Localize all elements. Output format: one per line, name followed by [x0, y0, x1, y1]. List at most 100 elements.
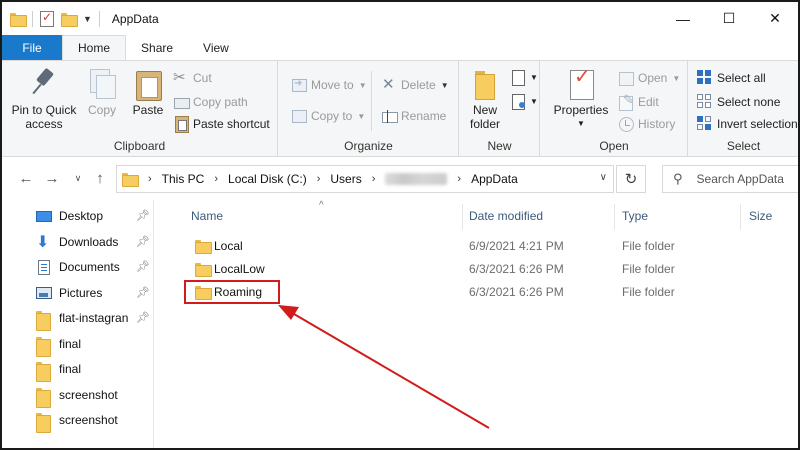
delete-button[interactable]: Delete ▼	[381, 75, 449, 93]
pin-to-quick-access-button[interactable]: Pin to Quick access	[8, 67, 80, 131]
column-separator[interactable]	[740, 204, 741, 230]
sidebar-item-screenshot[interactable]: screenshot	[2, 408, 153, 434]
rename-button[interactable]: Rename	[381, 108, 446, 124]
new-item-button[interactable]: ▼	[510, 69, 538, 86]
sidebar-item-final[interactable]: final	[2, 332, 153, 358]
properties-button[interactable]: Properties ▼	[551, 67, 611, 131]
breadcrumb-chevron-icon[interactable]: ›	[372, 173, 376, 185]
organize-group: Move to ▼ Copy to ▼ Delete ▼ Rename Orga…	[279, 61, 459, 156]
copy-to-button[interactable]: Copy to ▼	[291, 108, 365, 124]
table-row[interactable]: LocalLow 6/3/2021 6:26 PM File folder	[185, 258, 785, 280]
refresh-icon[interactable]: ↻	[616, 165, 646, 193]
move-to-dropdown-icon: ▼	[358, 80, 367, 90]
new-folder-icon	[469, 67, 501, 100]
pin-label-line1: Pin to Quick	[11, 103, 77, 117]
copy-label: Copy	[87, 103, 116, 117]
column-separator[interactable]	[614, 204, 615, 230]
new-folder-quick-icon[interactable]	[61, 12, 78, 27]
breadcrumb-username-redacted[interactable]	[385, 173, 448, 185]
copy-path-button[interactable]: Copy path	[173, 94, 248, 110]
history-button[interactable]: History	[618, 116, 675, 132]
breadcrumb-chevron-icon[interactable]: ›	[214, 173, 218, 185]
sidebar-item-screenshot[interactable]: screenshot	[2, 383, 153, 409]
properties-quick-icon[interactable]	[40, 10, 54, 27]
tab-home[interactable]: Home	[62, 35, 127, 60]
navigation-pane: Desktop 📌︎ Downloads 📌︎ Documents 📌︎ Pic…	[2, 200, 154, 448]
new-folder-label-line2: folder	[469, 117, 501, 131]
organize-separator	[371, 71, 372, 131]
column-header-name[interactable]: Name	[191, 209, 223, 223]
move-to-label: Move to	[311, 78, 354, 92]
sidebar-item-final[interactable]: final	[2, 357, 153, 383]
folder-icon	[36, 387, 51, 408]
open-dropdown-icon: ▼	[672, 73, 681, 83]
paste-button[interactable]: Paste	[128, 67, 168, 117]
easy-access-button[interactable]: ▼	[510, 93, 538, 110]
file-name: LocalLow	[214, 262, 265, 276]
breadcrumb-chevron-icon[interactable]: ›	[317, 173, 321, 185]
minimize-button[interactable]: —	[660, 2, 706, 35]
file-date-modified: 6/3/2021 6:26 PM	[469, 285, 564, 299]
scissors-icon	[173, 68, 189, 86]
address-dropdown-icon[interactable]: ∨	[600, 172, 607, 183]
properties-label: Properties	[553, 103, 609, 117]
copy-button[interactable]: Copy	[84, 67, 120, 117]
address-bar[interactable]: › This PC › Local Disk (C:) › Users › › …	[116, 165, 614, 193]
up-arrow-icon[interactable]: ↑	[90, 168, 110, 188]
breadcrumb-chevron-icon[interactable]: ›	[148, 173, 152, 185]
folder-icon	[10, 12, 27, 27]
column-header-size[interactable]: Size	[749, 209, 772, 223]
sidebar-item-flat-instagram[interactable]: flat-instagran 📌︎	[2, 306, 153, 332]
sidebar-item-documents[interactable]: Documents 📌︎	[2, 255, 153, 281]
paste-label: Paste	[132, 103, 164, 117]
new-folder-button[interactable]: New folder	[464, 67, 506, 131]
recent-locations-chevron-icon[interactable]: ∨	[68, 168, 88, 188]
breadcrumb-chevron-icon[interactable]: ›	[457, 173, 461, 185]
copy-path-icon	[173, 94, 190, 110]
tab-share[interactable]: Share	[126, 35, 188, 60]
paste-shortcut-icon	[173, 116, 189, 133]
sidebar-item-pictures[interactable]: Pictures 📌︎	[2, 281, 153, 307]
tab-view[interactable]: View	[188, 35, 244, 60]
pin-icon: 📌︎	[136, 235, 150, 248]
breadcrumb-local-disk[interactable]: Local Disk (C:)	[228, 172, 307, 186]
column-header-date-modified[interactable]: Date modified	[469, 209, 543, 223]
tab-file[interactable]: File	[2, 35, 62, 60]
sidebar-item-desktop[interactable]: Desktop 📌︎	[2, 204, 153, 230]
cut-button[interactable]: Cut	[173, 68, 212, 86]
properties-icon	[565, 67, 597, 100]
customize-toolbar-arrow-icon[interactable]: ▼	[83, 14, 92, 24]
invert-selection-label: Invert selection	[717, 117, 798, 131]
delete-dropdown-icon: ▼	[440, 80, 449, 90]
sidebar-item-label: Desktop	[59, 209, 104, 223]
ribbon: Pin to Quick access Copy Paste Cut Copy …	[2, 60, 798, 157]
sidebar-item-label: screenshot	[59, 387, 118, 402]
forward-arrow-icon[interactable]: →	[42, 168, 62, 188]
sidebar-item-label: Pictures	[59, 285, 103, 300]
open-button[interactable]: Open ▼	[618, 70, 680, 86]
select-all-button[interactable]: Select all	[697, 70, 766, 86]
breadcrumb-appdata[interactable]: AppData	[471, 172, 518, 186]
open-label: Open	[638, 71, 668, 85]
select-group-label: Select	[726, 139, 761, 153]
search-box[interactable]: ⚲ Search AppData	[662, 165, 798, 193]
pin-label-line2: access	[25, 117, 63, 131]
paste-shortcut-button[interactable]: Paste shortcut	[173, 116, 270, 133]
breadcrumb-this-pc[interactable]: This PC	[162, 172, 205, 186]
close-button[interactable]: ✕	[752, 2, 798, 35]
window-controls: — ☐ ✕	[660, 2, 798, 35]
move-to-button[interactable]: Move to ▼	[291, 77, 367, 93]
breadcrumb-users[interactable]: Users	[330, 172, 361, 186]
maximize-button[interactable]: ☐	[706, 2, 752, 35]
table-row[interactable]: Local 6/9/2021 4:21 PM File folder	[185, 235, 785, 257]
select-none-button[interactable]: Select none	[697, 94, 780, 110]
sidebar-item-downloads[interactable]: Downloads 📌︎	[2, 230, 153, 256]
edit-button[interactable]: Edit	[618, 92, 659, 111]
back-arrow-icon[interactable]: ←	[16, 168, 36, 188]
invert-selection-button[interactable]: Invert selection	[697, 116, 798, 132]
column-header-type[interactable]: Type	[622, 209, 648, 223]
sidebar-item-label: Documents	[59, 260, 120, 274]
table-row[interactable]: Roaming 6/3/2021 6:26 PM File folder	[185, 281, 785, 303]
history-icon	[618, 116, 634, 132]
column-separator[interactable]	[462, 204, 463, 230]
